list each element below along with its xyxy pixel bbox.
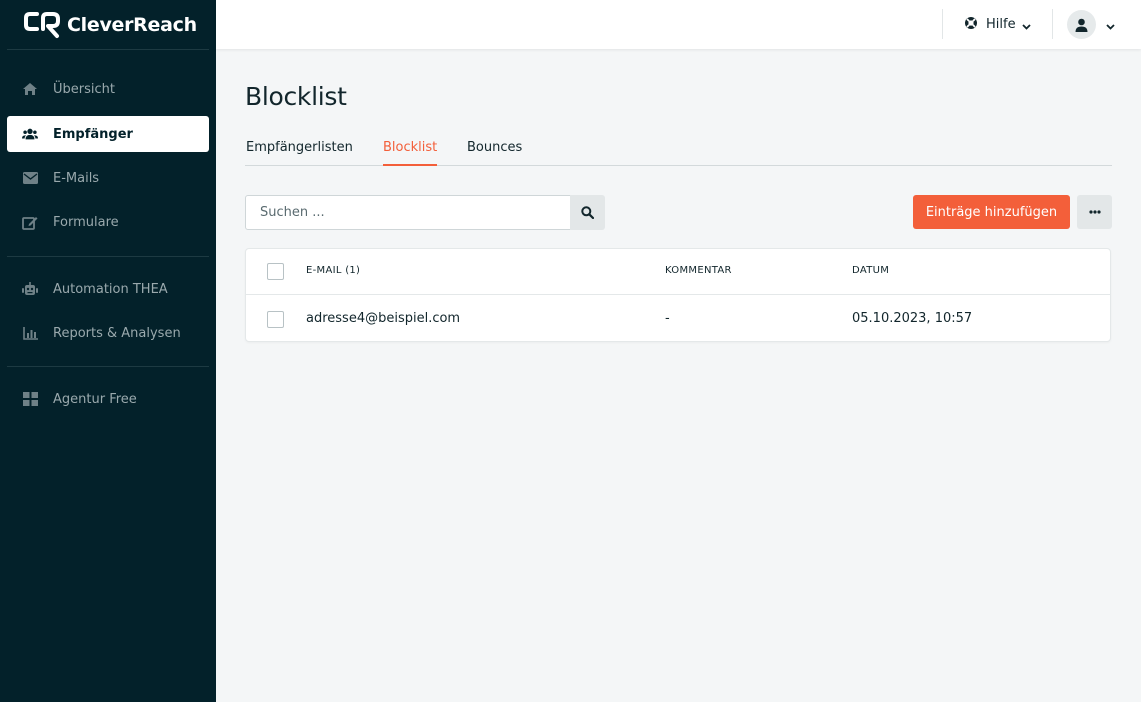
- sidebar-divider: [7, 256, 209, 257]
- users-icon: [22, 127, 38, 141]
- row-comment: -: [665, 311, 670, 326]
- ellipsis-icon: [1088, 210, 1101, 214]
- select-all-checkbox[interactable]: [267, 263, 284, 280]
- column-header-kommentar[interactable]: KOMMENTAR: [665, 265, 732, 276]
- sidebar-item-label: E-Mails: [53, 170, 100, 186]
- tab-bar: Empfängerlisten Blocklist Bounces: [245, 138, 1112, 166]
- sidebar-item-automation-thea[interactable]: Automation THEA: [7, 271, 209, 307]
- chart-icon: [22, 326, 38, 340]
- sidebar-item-uebersicht[interactable]: Übersicht: [7, 71, 209, 107]
- sidebar-item-empfaenger[interactable]: Empfänger: [7, 116, 209, 152]
- sidebar-item-reports[interactable]: Reports & Analysen: [7, 315, 209, 351]
- envelope-icon: [22, 171, 38, 185]
- row-email: adresse4@beispiel.com: [306, 311, 461, 326]
- logo-text: CleverReach: [67, 14, 197, 36]
- help-menu[interactable]: Hilfe: [964, 15, 1031, 33]
- column-header-email[interactable]: E-MAIL (1): [306, 265, 360, 276]
- sidebar-item-label: Reports & Analysen: [53, 325, 181, 341]
- search-button[interactable]: [570, 195, 605, 230]
- sidebar-item-label: Übersicht: [53, 81, 115, 97]
- user-icon: [1075, 18, 1088, 32]
- sidebar: CleverReach Übersicht Empfänger E-Mails …: [0, 0, 216, 702]
- tab-empfaengerlisten[interactable]: Empfängerlisten: [246, 140, 353, 166]
- blocklist-table: E-MAIL (1) KOMMENTAR DATUM adresse4@beis…: [245, 248, 1111, 342]
- page-title: Blocklist: [245, 82, 347, 111]
- sidebar-item-label: Automation THEA: [53, 281, 168, 297]
- search-input[interactable]: [245, 195, 571, 230]
- sidebar-item-formulare[interactable]: Formulare: [7, 204, 209, 240]
- topbar-divider: [1052, 9, 1053, 39]
- sidebar-divider: [7, 366, 209, 367]
- sidebar-item-emails[interactable]: E-Mails: [7, 160, 209, 196]
- chevron-down-icon: [1021, 15, 1031, 34]
- more-options-button[interactable]: [1077, 195, 1112, 229]
- chevron-down-icon: [1106, 15, 1115, 34]
- table-header: E-MAIL (1) KOMMENTAR DATUM: [246, 249, 1110, 295]
- robot-icon: [22, 282, 38, 296]
- sidebar-divider: [7, 49, 209, 50]
- home-icon: [22, 82, 38, 96]
- add-entries-button[interactable]: Einträge hinzufügen: [913, 195, 1070, 229]
- avatar: [1067, 10, 1096, 39]
- search-icon: [581, 206, 594, 219]
- lifebuoy-icon: [964, 15, 978, 34]
- sidebar-item-label: Empfänger: [53, 126, 133, 142]
- table-row[interactable]: adresse4@beispiel.com - 05.10.2023, 10:5…: [246, 296, 1110, 342]
- tab-blocklist[interactable]: Blocklist: [383, 140, 438, 166]
- sidebar-item-label: Formulare: [53, 214, 119, 230]
- row-checkbox[interactable]: [267, 311, 284, 328]
- sidebar-item-agentur-free[interactable]: Agentur Free: [7, 381, 209, 417]
- topbar-divider: [942, 9, 943, 39]
- user-menu[interactable]: [1067, 10, 1115, 39]
- grid-icon: [22, 392, 38, 406]
- logo[interactable]: CleverReach: [23, 11, 197, 39]
- edit-icon: [22, 215, 38, 230]
- row-date: 05.10.2023, 10:57: [852, 311, 973, 326]
- tab-bounces[interactable]: Bounces: [467, 140, 522, 166]
- cleverreach-logo-icon: [24, 12, 60, 38]
- help-label: Hilfe: [986, 16, 1016, 32]
- column-header-datum[interactable]: DATUM: [852, 265, 889, 276]
- top-bar: Hilfe: [216, 0, 1141, 49]
- sidebar-item-label: Agentur Free: [53, 391, 137, 407]
